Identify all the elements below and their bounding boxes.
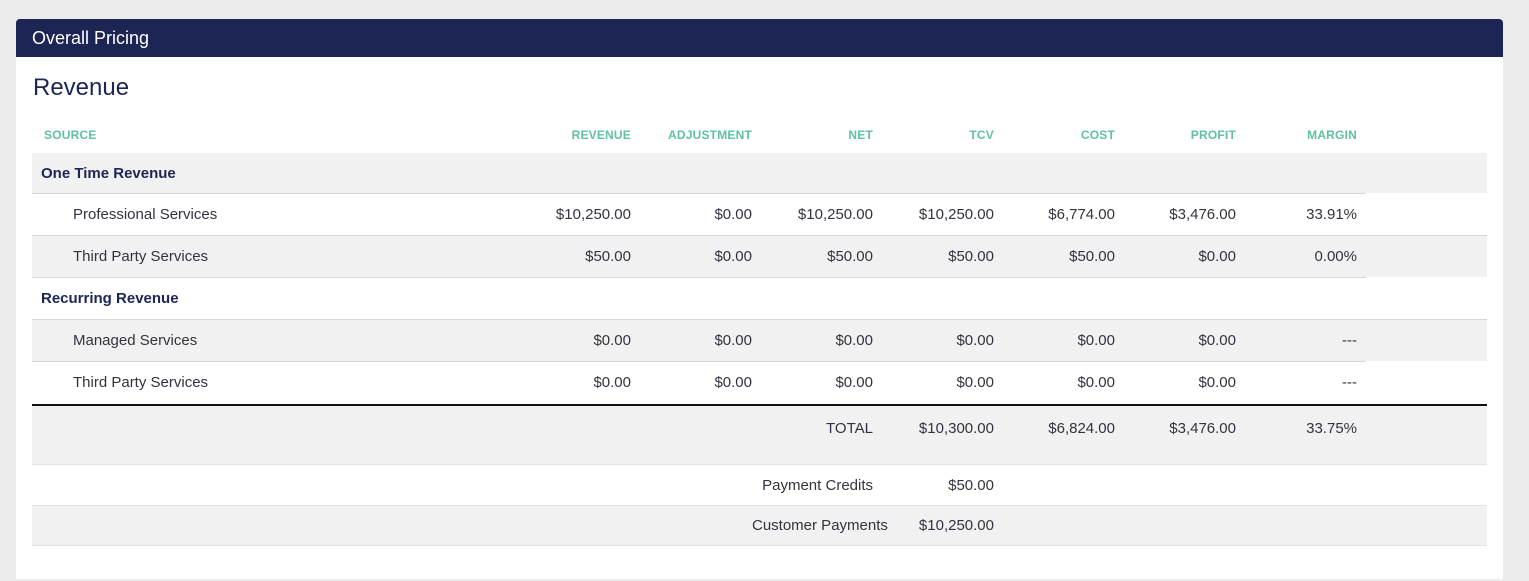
total-profit: $3,476.00 bbox=[1169, 420, 1236, 437]
row-tcv: $0.00 bbox=[956, 374, 994, 391]
col-header-cost[interactable]: COST bbox=[994, 128, 1115, 142]
row-source: Third Party Services bbox=[73, 374, 209, 391]
row-net: $50.00 bbox=[827, 248, 873, 265]
row-cost: $6,774.00 bbox=[1048, 206, 1115, 223]
col-header-profit[interactable]: PROFIT bbox=[1115, 128, 1236, 142]
col-header-net[interactable]: NET bbox=[752, 128, 873, 142]
table-row: Third Party Services $0.00 $0.00 $0.00 $… bbox=[32, 361, 1366, 403]
row-adjustment: $0.00 bbox=[714, 332, 752, 349]
row-adjustment: $0.00 bbox=[714, 248, 752, 265]
total-margin: 33.75% bbox=[1306, 420, 1357, 437]
col-header-revenue[interactable]: REVENUE bbox=[510, 128, 631, 142]
customer-payments-label: Customer Payments bbox=[752, 517, 888, 534]
panel-header: Overall Pricing bbox=[16, 19, 1503, 57]
row-tcv: $0.00 bbox=[956, 332, 994, 349]
row-profit: $0.00 bbox=[1198, 248, 1236, 265]
row-revenue: $50.00 bbox=[585, 248, 631, 265]
row-source: Third Party Services bbox=[73, 248, 209, 265]
row-net: $0.00 bbox=[835, 374, 873, 391]
group-label: Recurring Revenue bbox=[41, 290, 179, 307]
row-adjustment: $0.00 bbox=[714, 206, 752, 223]
table-row: Managed Services $0.00 $0.00 $0.00 $0.00… bbox=[32, 319, 1487, 361]
payment-credits-label: Payment Credits bbox=[762, 476, 873, 494]
group-row-one-time: One Time Revenue bbox=[32, 153, 1487, 193]
customer-payments-row: Customer Payments $10,250.00 bbox=[32, 505, 1487, 546]
row-revenue: $0.00 bbox=[593, 332, 631, 349]
total-row: TOTAL $10,300.00 $6,824.00 $3,476.00 33.… bbox=[32, 406, 1487, 464]
row-revenue: $0.00 bbox=[593, 374, 631, 391]
row-net: $10,250.00 bbox=[797, 206, 873, 223]
col-header-adjustment[interactable]: ADJUSTMENT bbox=[631, 128, 752, 142]
row-margin: --- bbox=[1342, 332, 1357, 349]
revenue-table: One Time Revenue Professional Services $… bbox=[32, 153, 1487, 573]
col-header-tcv[interactable]: TCV bbox=[873, 128, 994, 142]
group-label: One Time Revenue bbox=[41, 164, 176, 182]
total-label: TOTAL bbox=[826, 420, 873, 437]
row-profit: $0.00 bbox=[1198, 374, 1236, 391]
row-margin: 0.00% bbox=[1314, 248, 1357, 265]
row-cost: $50.00 bbox=[1069, 248, 1115, 265]
section-title: Revenue bbox=[33, 74, 130, 101]
row-revenue: $10,250.00 bbox=[555, 206, 631, 223]
row-cost: $0.00 bbox=[1077, 332, 1115, 349]
row-net: $0.00 bbox=[835, 332, 873, 349]
payment-credits-value: $50.00 bbox=[948, 476, 994, 494]
row-adjustment: $0.00 bbox=[714, 374, 752, 391]
table-row: Third Party Services $50.00 $0.00 $50.00… bbox=[32, 235, 1487, 277]
row-tcv: $50.00 bbox=[948, 248, 994, 265]
row-profit: $0.00 bbox=[1198, 332, 1236, 349]
row-margin: --- bbox=[1342, 374, 1357, 391]
customer-payments-value: $10,250.00 bbox=[918, 517, 994, 534]
row-tcv: $10,250.00 bbox=[918, 206, 994, 223]
overall-pricing-panel: Overall Pricing Revenue SOURCE REVENUE A… bbox=[16, 19, 1503, 579]
row-source: Professional Services bbox=[73, 206, 218, 223]
payment-credits-row: Payment Credits $50.00 bbox=[32, 464, 1487, 505]
group-row-recurring: Recurring Revenue bbox=[32, 277, 1366, 319]
column-header-row: SOURCE REVENUE ADJUSTMENT NET TCV COST P… bbox=[32, 123, 1487, 147]
row-margin: 33.91% bbox=[1306, 206, 1357, 223]
panel-title: Overall Pricing bbox=[32, 27, 150, 48]
row-cost: $0.00 bbox=[1077, 374, 1115, 391]
row-source: Managed Services bbox=[73, 332, 198, 349]
col-header-margin[interactable]: MARGIN bbox=[1236, 128, 1357, 142]
col-header-source[interactable]: SOURCE bbox=[32, 128, 510, 142]
total-tcv: $10,300.00 bbox=[918, 420, 994, 437]
table-row: Professional Services $10,250.00 $0.00 $… bbox=[32, 193, 1366, 235]
row-profit: $3,476.00 bbox=[1169, 206, 1236, 223]
total-cost: $6,824.00 bbox=[1048, 420, 1115, 437]
